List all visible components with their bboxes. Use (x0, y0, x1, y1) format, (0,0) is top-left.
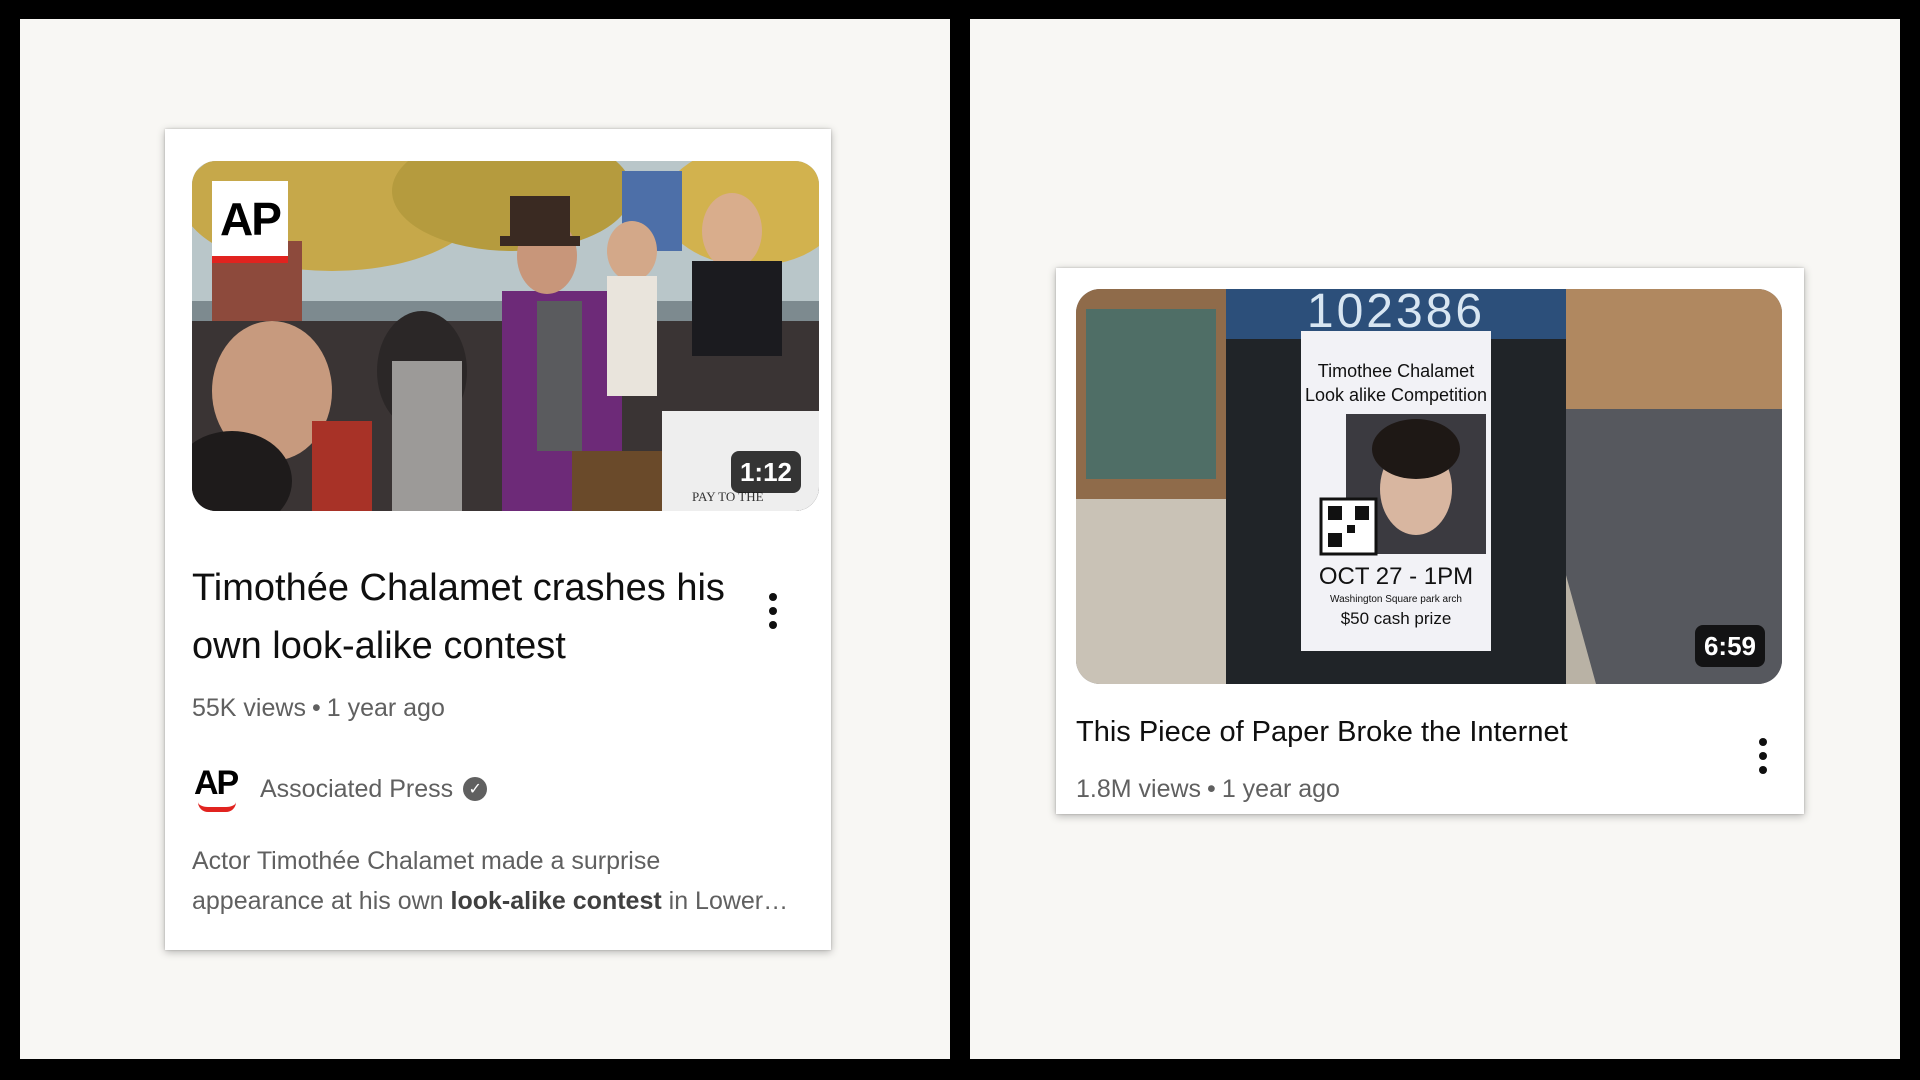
duration-badge: 1:12 (730, 451, 801, 493)
right-panel: 102386 Timothee Chalamet Look alike Comp… (970, 19, 1900, 1059)
thumbnail-image: 102386 Timothee Chalamet Look alike Comp… (1076, 289, 1782, 684)
more-options-icon[interactable] (1753, 738, 1773, 774)
video-title[interactable]: Timothée Chalamet crashes his own look-a… (192, 559, 732, 675)
view-count: 55K views (192, 694, 306, 722)
left-panel: PAY TO THE AP 1:12 Timothée Chalamet cra… (20, 19, 950, 1059)
poster-date: OCT 27 - 1PM (1319, 563, 1473, 590)
poster-line-1: Timothee Chalamet (1318, 361, 1474, 381)
more-options-icon[interactable] (763, 593, 783, 629)
description-highlight: look-alike contest (450, 887, 662, 915)
upload-age: 1 year ago (1221, 775, 1340, 803)
video-meta: 55K views • 1 year ago (192, 694, 445, 723)
verified-check-icon: ✓ (463, 777, 488, 801)
view-count: 1.8M views (1076, 775, 1202, 803)
meta-separator: • (1207, 775, 1216, 803)
video-card-paper[interactable]: 102386 Timothee Chalamet Look alike Comp… (1056, 268, 1804, 814)
video-description: Actor Timothée Chalamet made a surprise … (192, 841, 812, 921)
video-title[interactable]: This Piece of Paper Broke the Internet (1076, 714, 1696, 750)
video-thumbnail[interactable]: PAY TO THE AP 1:12 (192, 161, 819, 511)
avatar-text: AP (194, 764, 239, 802)
channel-avatar[interactable]: AP (192, 764, 242, 814)
video-card-ap[interactable]: PAY TO THE AP 1:12 Timothée Chalamet cra… (165, 129, 831, 950)
ap-logo: AP (212, 181, 288, 263)
channel-name[interactable]: Associated Press (260, 775, 453, 804)
duration-badge: 6:59 (1694, 625, 1765, 667)
channel-row[interactable]: AP Associated Press ✓ (192, 764, 488, 814)
pole-number: 102386 (1307, 289, 1485, 338)
poster-prize: $50 cash prize (1341, 609, 1452, 628)
description-line-2: appearance at his own look-alike contest… (192, 887, 789, 915)
avatar-swoosh (198, 802, 236, 812)
poster-line-2: Look alike Competition (1305, 385, 1487, 405)
upload-age: 1 year ago (326, 694, 445, 722)
video-thumbnail[interactable]: 102386 Timothee Chalamet Look alike Comp… (1076, 289, 1782, 684)
poster-place: Washington Square park arch (1330, 594, 1462, 605)
meta-separator: • (311, 694, 321, 722)
video-meta: 1.8M views • 1 year ago (1076, 775, 1340, 804)
description-line-1: Actor Timothée Chalamet made a surprise (192, 847, 661, 875)
